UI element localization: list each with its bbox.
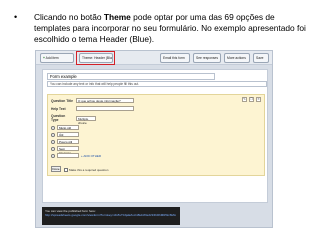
email-form-button[interactable]: Email this form xyxy=(160,53,190,63)
question-title-input[interactable]: O que achou deste informação? xyxy=(76,98,134,103)
more-actions-button[interactable]: More actions xyxy=(224,53,250,63)
question-editor: ✎ ❐ ✕ Question Title O que achou deste i… xyxy=(47,94,265,176)
required-label: Make this a required question xyxy=(69,168,109,172)
option-row: Sem interesse xyxy=(51,146,79,155)
option-row-new: + ADD OTHER xyxy=(51,153,101,158)
theme-highlight-box xyxy=(76,51,115,65)
add-item-label: Add item xyxy=(45,56,59,60)
plus-icon: + xyxy=(43,56,45,60)
question-title-row: Question Title O que achou deste informa… xyxy=(51,98,134,103)
option-input[interactable]: Sem interesse xyxy=(57,146,79,155)
delete-icon[interactable]: ✕ xyxy=(256,97,261,102)
add-other-link[interactable]: + ADD OTHER xyxy=(81,154,101,158)
email-form-label: Email this form xyxy=(163,56,185,60)
bullet: • xyxy=(14,12,18,22)
help-text-row: Help Text xyxy=(51,106,134,111)
done-button[interactable]: Done xyxy=(51,166,61,172)
question-type-row: Question Type Multiple choice xyxy=(51,114,96,125)
required-checkbox-row: Make this a required question xyxy=(64,168,108,172)
see-responses-label: See responses xyxy=(196,56,218,60)
footer-link[interactable]: http://spreadsheets.google.com/viewform?… xyxy=(45,213,177,217)
edit-icon[interactable]: ✎ xyxy=(242,97,247,102)
help-text-input[interactable] xyxy=(76,106,134,111)
form-description-input[interactable]: You can include any text or info that wi… xyxy=(47,81,267,87)
slide-caption-block: • Clicando no botão Theme pode optar por… xyxy=(14,12,310,45)
question-actions: ✎ ❐ ✕ xyxy=(242,97,261,102)
see-responses-button[interactable]: See responses xyxy=(193,53,221,63)
duplicate-icon[interactable]: ❐ xyxy=(249,97,254,102)
option-input[interactable]: Muito útil xyxy=(57,125,79,130)
radio-icon xyxy=(51,132,55,137)
new-option-input[interactable] xyxy=(57,153,79,158)
caption-pre: Clicando no botão xyxy=(34,12,104,22)
question-title-label: Question Title xyxy=(51,98,73,103)
option-input[interactable]: Útil xyxy=(57,132,79,137)
more-actions-label: More actions xyxy=(227,56,246,60)
form-editor-screenshot: + Add item Theme: Header (Blue) Email th… xyxy=(35,50,273,228)
radio-icon xyxy=(51,125,55,130)
help-text-label: Help Text xyxy=(51,106,66,111)
form-area: Form example You can include any text or… xyxy=(42,69,268,203)
question-type-select[interactable]: Multiple choice xyxy=(76,115,96,125)
save-button[interactable]: Save xyxy=(253,53,269,63)
slide-caption: Clicando no botão Theme pode optar por u… xyxy=(34,12,310,45)
radio-icon xyxy=(51,139,55,144)
published-form-footer: You can view the published form here: ht… xyxy=(42,207,180,225)
option-row: Útil xyxy=(51,132,79,137)
toolbar: + Add item Theme: Header (Blue) Email th… xyxy=(36,51,272,65)
question-type-label: Question Type xyxy=(51,114,66,122)
caption-bold: Theme xyxy=(103,12,131,22)
option-input[interactable]: Pouco útil xyxy=(57,139,79,144)
radio-icon xyxy=(51,146,55,151)
option-row: Muito útil xyxy=(51,125,79,130)
save-label: Save xyxy=(256,56,264,60)
add-item-button[interactable]: + Add item xyxy=(40,53,74,63)
required-checkbox[interactable] xyxy=(64,168,68,172)
form-title-input[interactable]: Form example xyxy=(47,73,215,80)
option-row: Pouco útil xyxy=(51,139,79,144)
radio-icon xyxy=(51,153,55,158)
